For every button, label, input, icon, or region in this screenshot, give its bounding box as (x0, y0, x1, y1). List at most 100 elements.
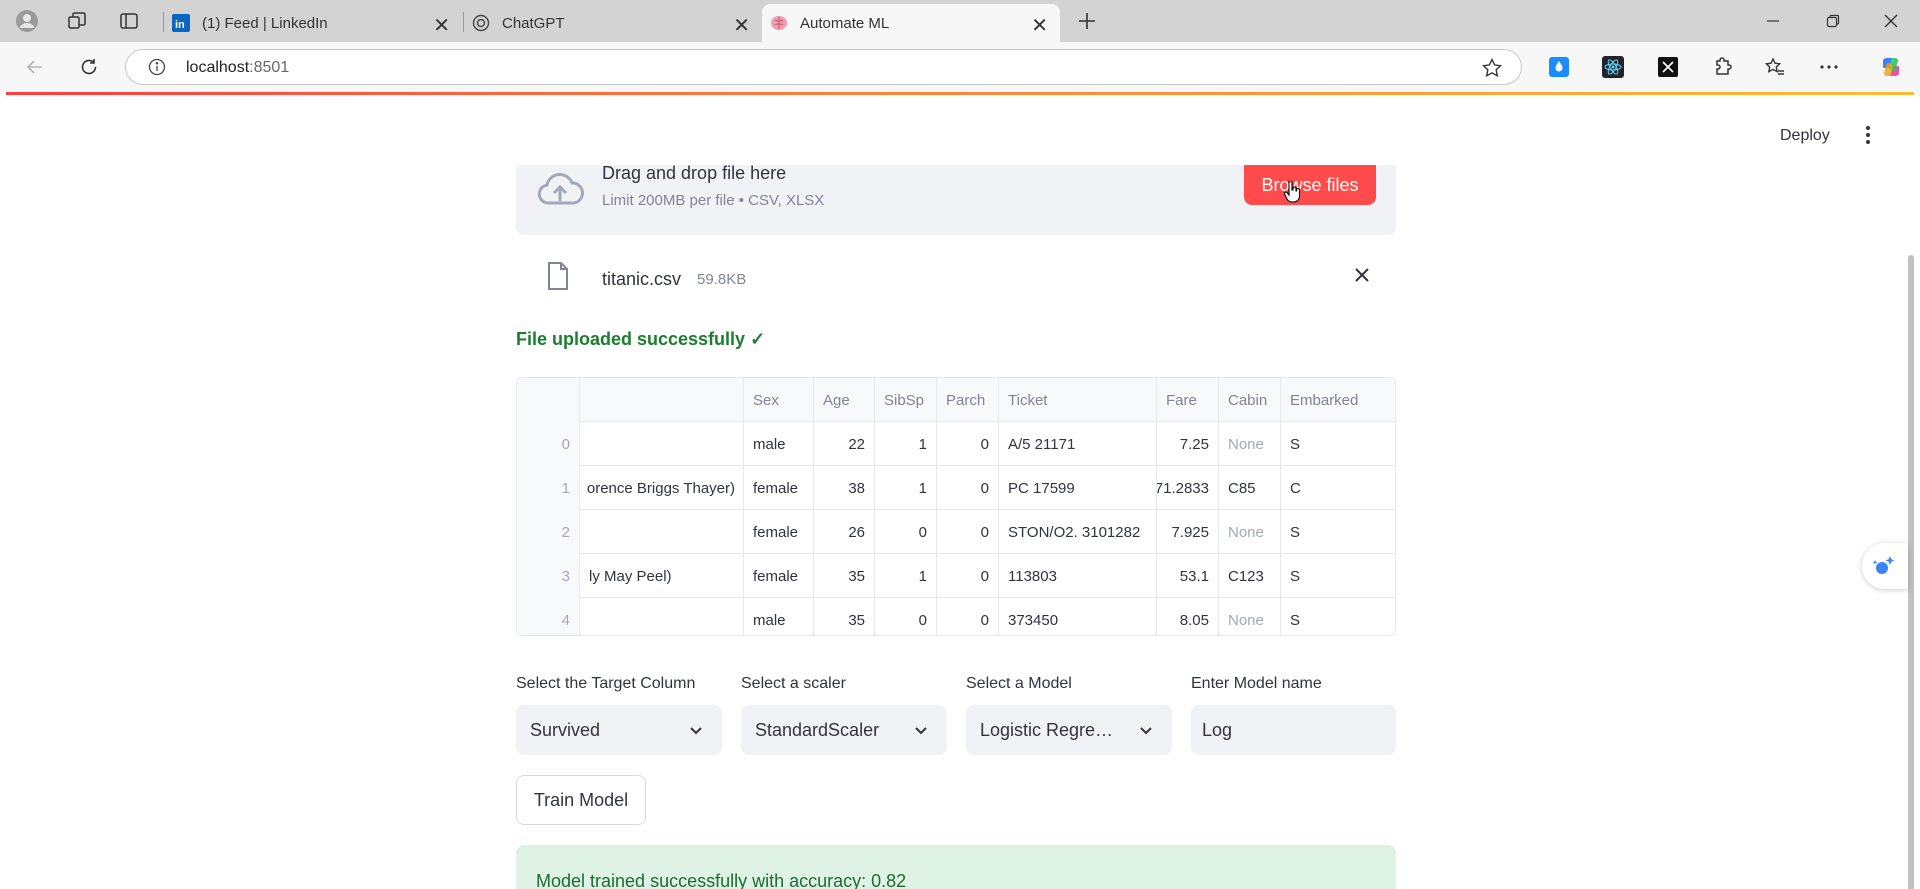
site-info-icon[interactable] (148, 58, 166, 81)
column-header[interactable]: Cabin (1219, 378, 1281, 422)
tab-actions-icon[interactable] (116, 8, 142, 34)
table-cell[interactable]: ly May Peel) (580, 554, 744, 598)
table-cell[interactable]: 1 (875, 466, 937, 510)
column-header[interactable]: Age (814, 378, 875, 422)
column-header[interactable]: Sex (744, 378, 814, 422)
chatgpt-icon (472, 14, 490, 32)
table-cell[interactable]: 26 (814, 510, 875, 554)
table-cell[interactable]: 38 (814, 466, 875, 510)
column-header[interactable] (580, 378, 744, 422)
table-cell[interactable]: 0 (937, 466, 999, 510)
column-header[interactable]: Fare (1157, 378, 1219, 422)
table-cell[interactable]: None (1219, 510, 1281, 554)
table-cell[interactable]: 113803 (999, 554, 1157, 598)
column-header[interactable]: Ticket (999, 378, 1157, 422)
extensions-puzzle-icon[interactable] (1710, 54, 1736, 80)
table-cell[interactable]: male (744, 422, 814, 466)
table-cell[interactable]: female (744, 554, 814, 598)
table-cell[interactable]: 0 (937, 598, 999, 635)
table-cell[interactable]: 1 (875, 422, 937, 466)
brain-icon (770, 14, 788, 32)
table-cell[interactable]: 1 (875, 554, 937, 598)
table-cell[interactable]: None (1219, 598, 1281, 635)
extension-drop-icon[interactable] (1546, 54, 1572, 80)
x-extension-icon[interactable] (1655, 54, 1681, 80)
table-cell[interactable]: 53.1 (1157, 554, 1219, 598)
favorite-star-icon[interactable] (1481, 57, 1503, 84)
table-cell[interactable]: female (744, 466, 814, 510)
table-row[interactable]: 2 female 26 0 0 STON/O2. 3101282 7.925 N… (517, 510, 1395, 554)
column-header[interactable]: Parch (937, 378, 999, 422)
more-options-icon[interactable] (1816, 54, 1842, 80)
table-cell[interactable]: C123 (1219, 554, 1281, 598)
table-cell[interactable]: orence Briggs Thayer) (580, 466, 744, 510)
table-cell[interactable]: 0 (875, 598, 937, 635)
table-cell[interactable]: 0 (937, 510, 999, 554)
tab-chatgpt[interactable]: ChatGPT ✕ (472, 4, 762, 42)
restore-icon[interactable] (1820, 8, 1846, 34)
table-cell[interactable]: 0 (937, 554, 999, 598)
favorites-icon[interactable] (1762, 54, 1788, 80)
browse-files-button[interactable]: Browse files (1244, 165, 1376, 205)
table-row[interactable]: 1 orence Briggs Thayer) female 38 1 0 PC… (517, 466, 1395, 510)
table-cell[interactable]: 0 (937, 422, 999, 466)
table-cell[interactable]: S (1281, 598, 1395, 635)
table-row[interactable]: 0 male 22 1 0 A/5 21171 7.25 None S (517, 422, 1395, 466)
file-dropzone[interactable]: Drag and drop file here Limit 200MB per … (516, 163, 1396, 235)
tab-linkedin[interactable]: in (1) Feed | LinkedIn ✕ (172, 4, 462, 42)
table-cell[interactable]: 7.25 (1157, 422, 1219, 466)
remove-file-icon[interactable] (1354, 267, 1370, 288)
table-cell[interactable]: 71.2833 (1157, 466, 1219, 510)
main-menu-icon[interactable] (1858, 123, 1878, 147)
new-tab-icon[interactable] (1074, 8, 1100, 34)
url-field[interactable]: localhost:8501 (125, 49, 1522, 85)
table-cell[interactable]: C85 (1219, 466, 1281, 510)
table-cell[interactable]: 7.925 (1157, 510, 1219, 554)
table-cell[interactable]: STON/O2. 3101282 (999, 510, 1157, 554)
table-cell[interactable]: C (1281, 466, 1395, 510)
column-header[interactable]: Embarked (1281, 378, 1395, 422)
profile-icon[interactable] (14, 8, 40, 34)
table-cell[interactable]: male (744, 598, 814, 635)
table-row[interactable]: 4 male 35 0 0 373450 8.05 None S (517, 598, 1395, 635)
page-scrollbar[interactable] (1908, 255, 1914, 889)
table-cell[interactable] (580, 422, 744, 466)
table-cell[interactable] (580, 510, 744, 554)
workspaces-icon[interactable] (64, 8, 90, 34)
deploy-button[interactable]: Deploy (1780, 127, 1830, 145)
react-devtools-icon[interactable] (1600, 54, 1626, 80)
table-cell[interactable]: 35 (814, 598, 875, 635)
table-cell[interactable]: S (1281, 510, 1395, 554)
model-name-input[interactable] (1191, 705, 1396, 755)
table-cell[interactable] (580, 598, 744, 635)
table-row[interactable]: 3 ly May Peel) female 35 1 0 113803 53.1… (517, 554, 1395, 598)
table-cell[interactable]: PC 17599 (999, 466, 1157, 510)
table-cell[interactable]: 0 (875, 510, 937, 554)
table-cell[interactable]: S (1281, 422, 1395, 466)
refresh-icon[interactable] (76, 54, 102, 80)
table-cell[interactable]: female (744, 510, 814, 554)
close-icon[interactable]: ✕ (433, 13, 450, 38)
table-cell[interactable]: 22 (814, 422, 875, 466)
copilot-icon[interactable] (1878, 54, 1904, 80)
window-close-icon[interactable] (1878, 8, 1904, 34)
target-column-value: Survived (530, 719, 601, 740)
table-cell[interactable]: 8.05 (1157, 598, 1219, 635)
table-cell[interactable]: 35 (814, 554, 875, 598)
tab-automate-ml[interactable]: Automate ML ✕ (762, 4, 1060, 42)
close-icon[interactable]: ✕ (733, 13, 750, 38)
back-icon[interactable] (22, 54, 48, 80)
train-model-button[interactable]: Train Model (516, 775, 646, 825)
minimize-icon[interactable] (1760, 8, 1786, 34)
table-cell[interactable]: None (1219, 422, 1281, 466)
dataframe-table[interactable]: Sex Age SibSp Parch Ticket Fare Cabin Em… (516, 377, 1396, 636)
table-cell[interactable]: A/5 21171 (999, 422, 1157, 466)
table-cell[interactable]: S (1281, 554, 1395, 598)
ai-assistant-float-icon[interactable] (1862, 543, 1908, 589)
close-icon[interactable]: ✕ (1031, 13, 1048, 38)
scaler-select[interactable]: StandardScaler (741, 705, 947, 755)
column-header[interactable]: SibSp (875, 378, 937, 422)
table-cell[interactable]: 373450 (999, 598, 1157, 635)
model-select[interactable]: Logistic Regre… (966, 705, 1172, 755)
target-column-select[interactable]: Survived (516, 705, 722, 755)
